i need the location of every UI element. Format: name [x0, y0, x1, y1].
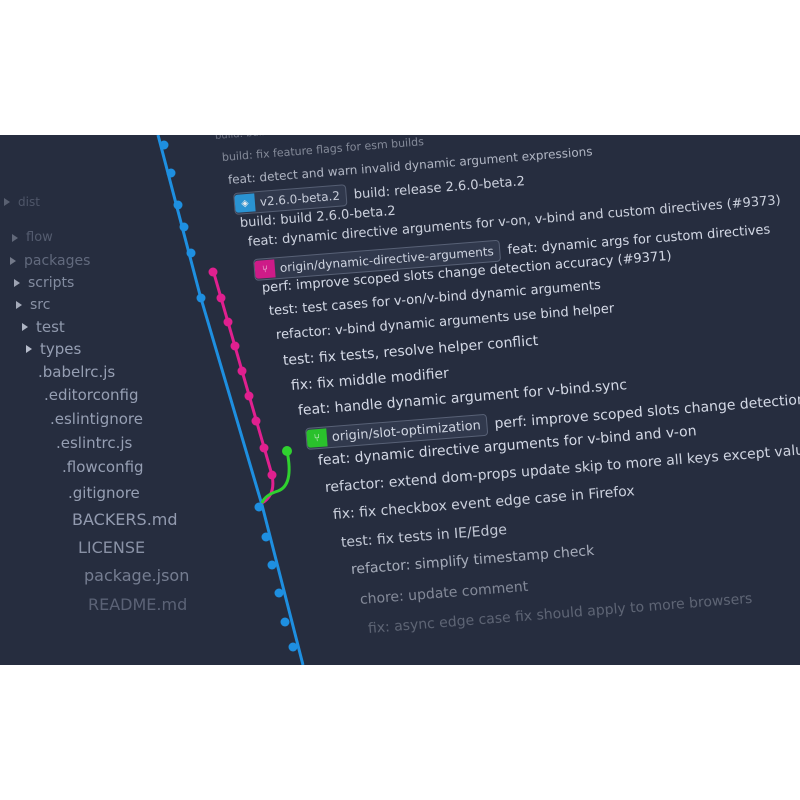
- branch-icon: ⑂: [254, 259, 276, 279]
- commit-node: [261, 532, 271, 542]
- commit-node: [230, 341, 240, 351]
- commit-node: [208, 267, 218, 277]
- branch-icon: ⑂: [306, 428, 328, 448]
- commit-node: [186, 248, 196, 258]
- git-history-view: dist flow packages scripts src test types .babe…: [0, 135, 800, 665]
- commit-node: [254, 502, 264, 512]
- commit-node: [179, 222, 189, 232]
- commit-node: [159, 140, 169, 150]
- commit-node: [223, 317, 233, 327]
- pink-branch-line: [211, 269, 275, 505]
- commit-node: [244, 391, 254, 401]
- commit-node: [166, 168, 176, 178]
- commit-node: [251, 416, 261, 426]
- commit-node: [274, 588, 284, 598]
- bottom-margin: [0, 665, 800, 800]
- commit-node: [280, 617, 290, 627]
- tag-icon: ◈: [234, 193, 256, 213]
- commit-node: [173, 200, 183, 210]
- commit-node: [288, 642, 298, 652]
- commit-node: [282, 446, 292, 456]
- commit-node: [267, 560, 277, 570]
- commit-node: [267, 470, 277, 480]
- commit-node: [237, 366, 247, 376]
- tag-label: v2.6.0-beta.2: [259, 188, 341, 209]
- commit-node: [259, 443, 269, 453]
- commit-node: [216, 293, 226, 303]
- commit-node: [196, 293, 206, 303]
